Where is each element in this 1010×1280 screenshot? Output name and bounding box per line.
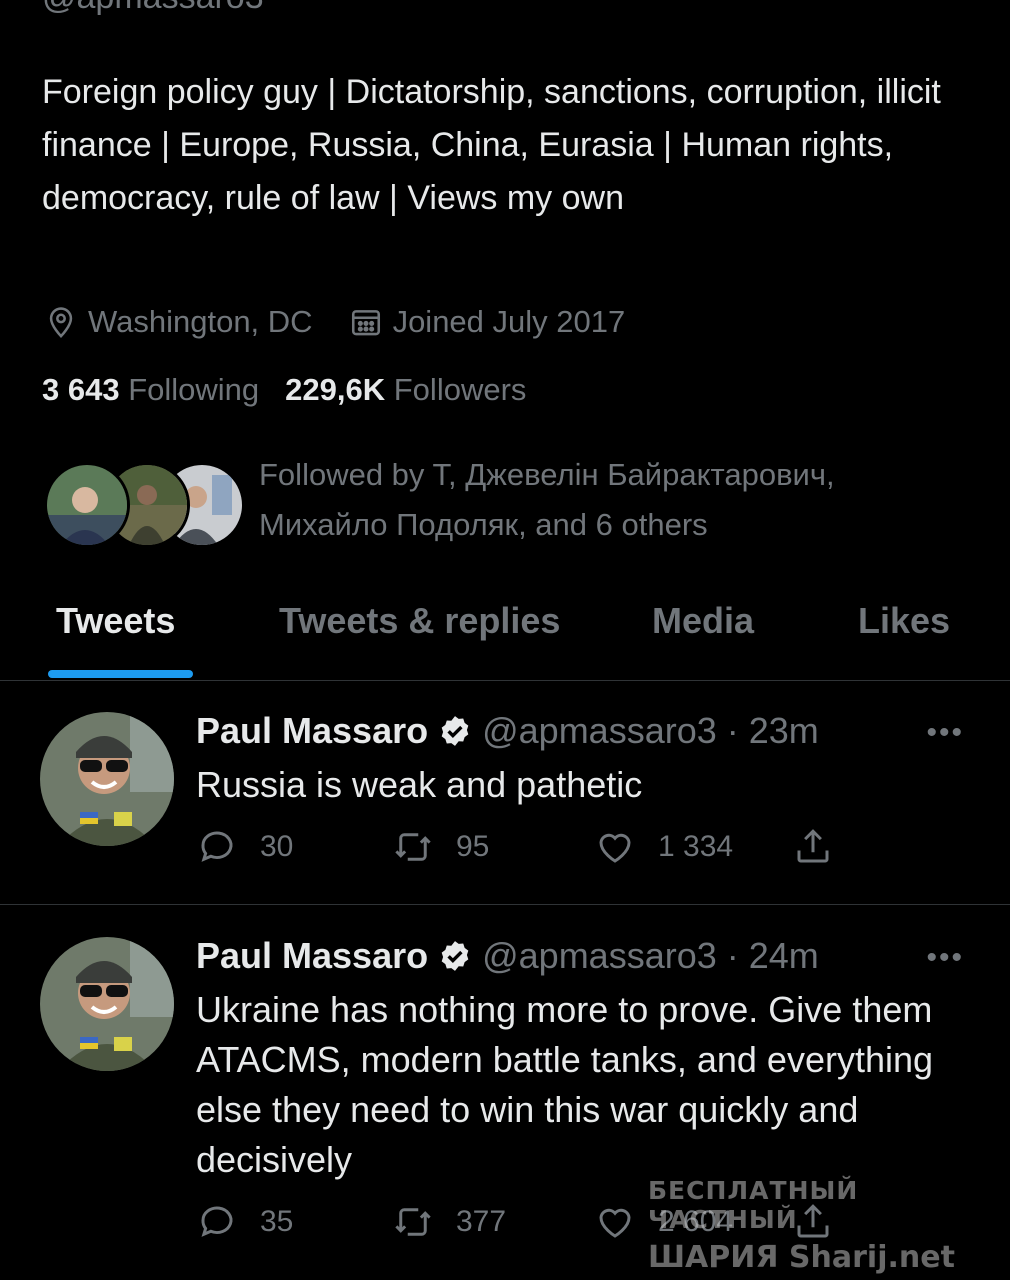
profile-handle: @apmassaro3 bbox=[42, 0, 264, 17]
calendar-icon bbox=[351, 310, 380, 336]
tweet-header: Paul Massaro @apmassaro3 · 23m bbox=[196, 706, 819, 756]
reply-icon bbox=[201, 831, 233, 862]
retweet-icon bbox=[395, 833, 431, 861]
follow-counts: 3 643 Following 229,6K Followers bbox=[42, 372, 526, 408]
followers-count: 229,6K bbox=[285, 372, 386, 407]
follower-avatars bbox=[44, 462, 245, 548]
author-name[interactable]: Paul Massaro bbox=[196, 935, 428, 977]
retweet-count: 95 bbox=[456, 830, 490, 863]
more-options-icon[interactable]: ••• bbox=[926, 716, 964, 750]
author-handle[interactable]: @apmassaro3 bbox=[482, 710, 717, 752]
location-text: Washington, DC bbox=[88, 304, 313, 339]
retweet-count: 377 bbox=[456, 1205, 507, 1238]
joined-item: Joined July 2017 bbox=[349, 304, 626, 340]
share-button[interactable] bbox=[792, 826, 834, 868]
verified-badge-icon bbox=[441, 941, 469, 971]
tweet[interactable]: Paul Massaro @apmassaro3 · 23m ••• Russi… bbox=[0, 706, 1010, 905]
like-count: 1 334 bbox=[658, 830, 734, 863]
followed-by[interactable]: Followed by T, Джевелін Байрактарович, М… bbox=[44, 450, 994, 550]
watermark-line-2: ШАРИЯ Sharij.net bbox=[648, 1240, 955, 1275]
tab-tweets-replies[interactable]: Tweets & replies bbox=[279, 600, 560, 642]
reply-button[interactable]: 30 bbox=[196, 826, 293, 868]
retweet-icon bbox=[395, 1208, 431, 1236]
like-button[interactable]: 1 334 bbox=[594, 826, 733, 868]
following-link[interactable]: 3 643 Following bbox=[42, 372, 259, 408]
profile-meta: Washington, DC Joined July 2017 bbox=[44, 300, 625, 344]
location-pin-icon bbox=[49, 307, 73, 338]
reply-button[interactable]: 35 bbox=[196, 1201, 293, 1243]
following-label: Following bbox=[128, 372, 260, 407]
author-name[interactable]: Paul Massaro bbox=[196, 710, 428, 752]
tweet-time[interactable]: · 23m bbox=[727, 710, 819, 752]
tweet-header: Paul Massaro @apmassaro3 · 24m bbox=[196, 931, 819, 981]
tab-media[interactable]: Media bbox=[652, 600, 754, 642]
profile-page: @apmassaro3 Foreign policy guy | Dictato… bbox=[0, 0, 1010, 1280]
following-count: 3 643 bbox=[42, 372, 120, 407]
profile-bio: Foreign policy guy | Dictatorship, sanct… bbox=[42, 73, 941, 217]
author-handle[interactable]: @apmassaro3 bbox=[482, 935, 717, 977]
watermark-line-1: БЕСПЛАТНЫЙ ЧАСТНЫЙ bbox=[648, 1176, 859, 1234]
tab-likes[interactable]: Likes bbox=[858, 600, 950, 642]
followers-label: Followers bbox=[393, 372, 527, 407]
joined-text: Joined July 2017 bbox=[392, 304, 626, 339]
avatar bbox=[44, 462, 130, 548]
share-icon bbox=[797, 829, 829, 863]
retweet-button[interactable]: 377 bbox=[392, 1201, 506, 1243]
followed-by-text: Followed by T, Джевелін Байрактарович, М… bbox=[259, 457, 835, 542]
reply-count: 35 bbox=[260, 1205, 294, 1238]
reply-count: 30 bbox=[260, 830, 294, 863]
watermark: БЕСПЛАТНЫЙ ЧАСТНЫЙ ШАРИЯ Sharij.net bbox=[648, 1176, 998, 1275]
profile-tabs: Tweets Tweets & replies Media Likes bbox=[0, 590, 1010, 681]
followers-link[interactable]: 229,6K Followers bbox=[285, 372, 526, 408]
tweet-time[interactable]: · 24m bbox=[727, 935, 819, 977]
tweet-text: Ukraine has nothing more to prove. Give … bbox=[196, 989, 934, 1180]
avatar[interactable] bbox=[40, 937, 174, 1071]
verified-badge-icon bbox=[441, 716, 469, 746]
tweet-text: Russia is weak and pathetic bbox=[196, 764, 643, 805]
more-options-icon[interactable]: ••• bbox=[926, 941, 964, 975]
location-item: Washington, DC bbox=[44, 304, 313, 340]
tab-tweets[interactable]: Tweets bbox=[56, 600, 175, 642]
reply-icon bbox=[201, 1206, 233, 1237]
avatar[interactable] bbox=[40, 712, 174, 846]
retweet-button[interactable]: 95 bbox=[392, 826, 489, 868]
active-tab-indicator bbox=[48, 670, 193, 678]
tweet-actions: 30 95 1 334 bbox=[196, 826, 846, 876]
heart-icon bbox=[599, 833, 631, 863]
heart-icon bbox=[599, 1208, 631, 1238]
